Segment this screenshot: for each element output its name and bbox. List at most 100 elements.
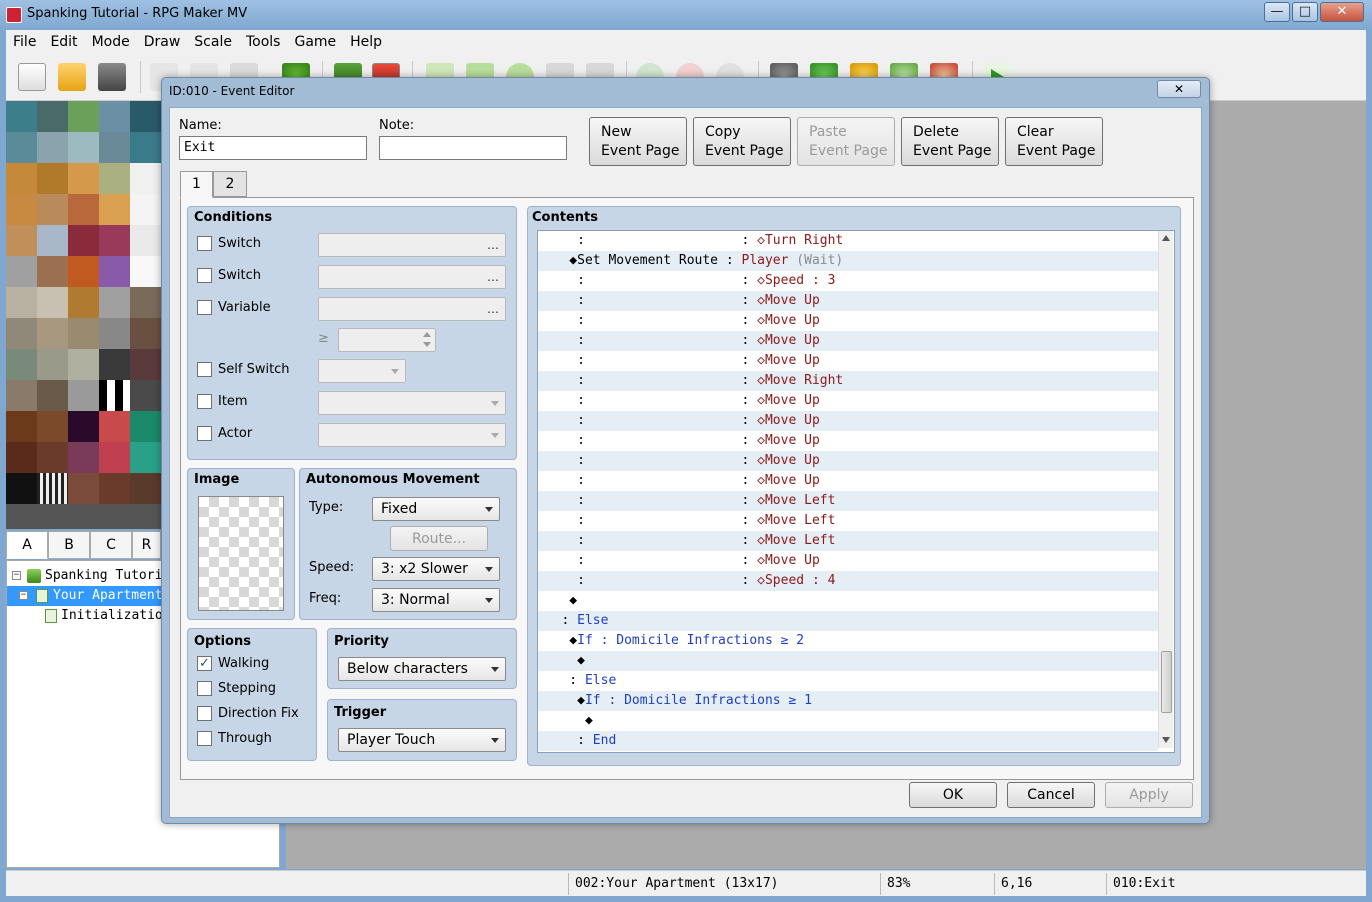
tile[interactable] [130,132,161,163]
tile[interactable] [99,473,130,504]
tile[interactable] [130,473,161,504]
tile[interactable] [68,349,99,380]
tile[interactable] [68,132,99,163]
ok-button[interactable]: OK [909,782,997,808]
paste-event-page-button[interactable]: Paste Event Page [797,117,895,166]
tile[interactable] [37,318,68,349]
menu-file[interactable]: File [6,30,43,55]
tile[interactable] [6,132,37,163]
item-dropdown[interactable] [318,391,506,415]
tile[interactable] [37,225,68,256]
tileset-palette[interactable] [6,101,161,529]
tile[interactable] [37,442,68,473]
command-row[interactable]: : : ◇Move Up [538,391,1158,411]
tile[interactable] [6,473,37,504]
tile[interactable] [37,411,68,442]
menu-help[interactable]: Help [343,30,389,55]
tile[interactable] [130,411,161,442]
tile[interactable] [130,256,161,287]
command-row[interactable]: : : ◇Turn Right [538,231,1158,251]
command-row[interactable]: : : ◇Move Up [538,431,1158,451]
collapse-icon[interactable]: − [19,591,28,600]
tile[interactable] [99,194,130,225]
command-row[interactable]: : : ◇Move Left [538,511,1158,531]
new-project-icon[interactable] [18,63,46,91]
self-switch-checkbox[interactable] [197,362,212,377]
command-row[interactable]: : : ◇Move Left [538,491,1158,511]
tile[interactable] [130,287,161,318]
tile[interactable] [130,194,161,225]
type-dropdown[interactable]: Fixed [372,497,500,521]
menu-edit[interactable]: Edit [43,30,84,55]
tile[interactable] [6,256,37,287]
tile[interactable] [37,163,68,194]
event-image-preview[interactable] [198,496,284,611]
tile[interactable] [37,287,68,318]
speed-dropdown[interactable]: 3: x2 Slower [372,557,500,581]
collapse-icon[interactable]: − [12,571,21,580]
tile[interactable] [99,132,130,163]
command-row[interactable]: ◆ [538,651,1158,671]
commands-scrollbar[interactable] [1158,231,1173,748]
command-row[interactable]: : : ◇Move Up [538,551,1158,571]
minimize-button[interactable]: — [1264,2,1290,22]
scroll-down-icon[interactable] [1162,737,1170,743]
command-row[interactable]: : : ◇Move Up [538,311,1158,331]
menu-tools[interactable]: Tools [239,30,288,55]
command-row[interactable]: : Else [538,671,1158,691]
close-window-button[interactable]: ✕ [1320,2,1364,22]
name-field[interactable]: Exit [179,136,367,160]
command-row[interactable]: : : ◇Move Up [538,411,1158,431]
switch2-checkbox[interactable] [197,268,212,283]
command-row[interactable]: : : ◇Move Up [538,351,1158,371]
scroll-up-icon[interactable] [1162,235,1170,241]
command-row[interactable]: : : ◇Move Left [538,531,1158,551]
tile[interactable] [130,318,161,349]
tile[interactable] [37,194,68,225]
switch1-checkbox[interactable] [197,236,212,251]
tileset-tab-b[interactable]: B [48,531,90,559]
tile[interactable] [99,442,130,473]
spin-up-icon[interactable] [423,332,431,337]
tile[interactable] [130,163,161,194]
command-row[interactable]: : : ◇Move Right [538,371,1158,391]
copy-event-page-button[interactable]: Copy Event Page [693,117,791,166]
tileset-tab-c[interactable]: C [90,531,132,559]
tile[interactable] [6,380,37,411]
route-button[interactable]: Route... [390,526,488,551]
tile[interactable] [68,411,99,442]
save-project-icon[interactable] [98,63,126,91]
event-commands-list[interactable]: : : ◇Turn Right ◆Set Movement Route : Pl… [537,230,1175,753]
maximize-button[interactable]: □ [1292,2,1318,22]
tile[interactable] [37,473,68,504]
direction-fix-checkbox[interactable] [197,706,212,721]
tile[interactable] [6,225,37,256]
tile[interactable] [99,349,130,380]
tile[interactable] [68,256,99,287]
tile[interactable] [99,318,130,349]
tile[interactable] [6,411,37,442]
tile[interactable] [99,101,130,132]
tile[interactable] [68,318,99,349]
command-row[interactable]: ◆If : Domicile Infractions ≥ 2 [538,631,1158,651]
tile[interactable] [130,380,161,411]
tile[interactable] [68,194,99,225]
menu-scale[interactable]: Scale [187,30,239,55]
self-switch-dropdown[interactable] [318,359,406,383]
command-row[interactable]: : : ◇Move Up [538,451,1158,471]
tileset-tab-r[interactable]: R [132,531,161,559]
tile[interactable] [99,163,130,194]
actor-dropdown[interactable] [318,423,506,447]
cancel-button[interactable]: Cancel [1007,782,1095,808]
command-row[interactable]: : End [538,731,1158,751]
freq-dropdown[interactable]: 3: Normal [372,588,500,612]
tile[interactable] [68,442,99,473]
command-row[interactable]: : : ◇Move Up [538,331,1158,351]
open-project-icon[interactable] [58,63,86,91]
command-row[interactable]: ◆ [538,591,1158,611]
event-page-tab-1[interactable]: 1 [180,171,213,198]
item-checkbox[interactable] [197,394,212,409]
tile[interactable] [130,225,161,256]
command-row[interactable]: : Else [538,611,1158,631]
tile[interactable] [99,380,130,411]
